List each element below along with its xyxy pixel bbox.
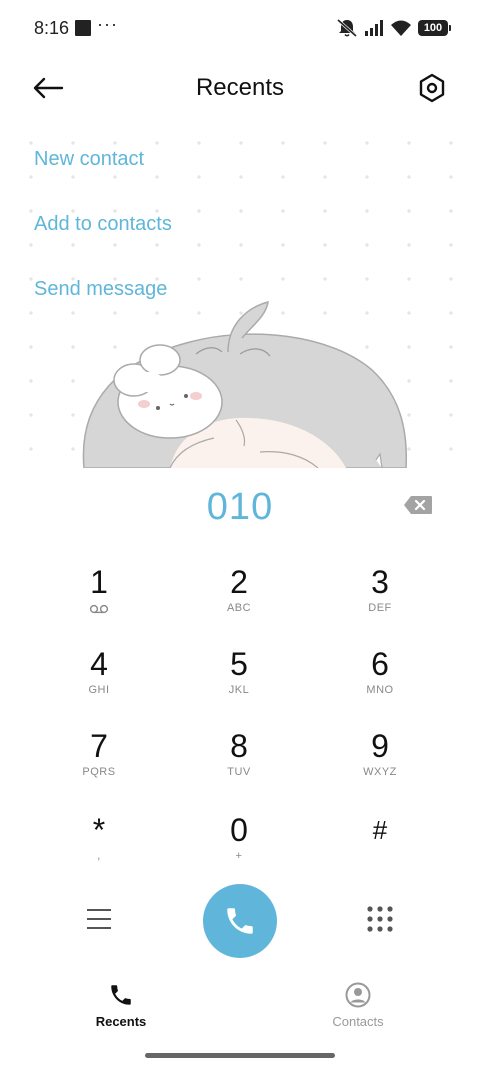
page-title: Recents (195, 74, 285, 101)
notification-square-icon (75, 20, 91, 36)
key-digit: 1 (90, 564, 108, 600)
signal-icon (365, 20, 383, 36)
key-5[interactable]: 5 JKL (179, 644, 299, 722)
tab-contacts[interactable]: Contacts (288, 972, 428, 1036)
key-1[interactable]: 1 (39, 562, 159, 640)
tab-recents[interactable]: Recents (51, 972, 191, 1036)
tab-contacts-label: Contacts (332, 1014, 384, 1029)
key-digit: 3 (371, 564, 389, 600)
key-letters: + (235, 850, 243, 862)
home-indicator[interactable] (145, 1053, 335, 1058)
dialpad-grid-icon (367, 906, 393, 932)
key-digit: * (92, 812, 106, 848)
hexagon-settings-icon (419, 73, 445, 103)
bottom-navigation: Recents Contacts (0, 972, 480, 1042)
key-digit: 9 (371, 728, 389, 764)
user-circle-icon (345, 982, 371, 1008)
dialed-number-row: 010 (0, 468, 480, 546)
phone-icon (111, 985, 131, 1005)
send-message-link[interactable]: Send message (34, 278, 167, 301)
key-0[interactable]: 0 + (179, 810, 299, 888)
key-hash[interactable]: # (320, 810, 440, 888)
wifi-icon (391, 20, 411, 36)
key-letters: JKL (228, 684, 250, 696)
mute-icon (337, 18, 357, 38)
key-9[interactable]: 9 WXYZ (320, 726, 440, 804)
backspace-icon (404, 496, 432, 514)
key-6[interactable]: 6 MNO (320, 644, 440, 722)
key-8[interactable]: 8 TUV (179, 726, 299, 804)
key-digit: 4 (90, 646, 108, 682)
key-letters: TUV (227, 766, 251, 778)
key-letters: WXYZ (363, 766, 397, 778)
app-header: Recents (0, 56, 480, 120)
menu-button[interactable] (74, 894, 124, 944)
key-digit: 8 (230, 728, 248, 764)
battery-level: 100 (423, 22, 443, 34)
new-contact-link[interactable]: New contact (34, 148, 144, 171)
status-bar: 8:16 ··· 100 (0, 0, 480, 56)
battery-icon: 100 (418, 20, 451, 36)
key-star[interactable]: * , (39, 810, 159, 888)
add-to-contacts-link[interactable]: Add to contacts (34, 213, 172, 236)
key-digit: 5 (230, 646, 248, 682)
key-letters: ABC (226, 602, 252, 614)
call-button[interactable] (203, 884, 277, 958)
key-2[interactable]: 2 ABC (179, 562, 299, 640)
key-letters: DEF (368, 602, 392, 614)
key-3[interactable]: 3 DEF (320, 562, 440, 640)
key-7[interactable]: 7 PQRS (39, 726, 159, 804)
backspace-button[interactable] (400, 492, 436, 518)
status-time: 8:16 (34, 18, 70, 38)
hamburger-menu-icon (87, 909, 111, 929)
key-4[interactable]: 4 GHI (39, 644, 159, 722)
settings-button[interactable] (410, 66, 454, 110)
key-digit: # (372, 815, 388, 845)
status-overflow: ··· (97, 14, 118, 34)
tab-recents-label: Recents (95, 1014, 147, 1029)
key-letters: PQRS (82, 766, 116, 778)
status-icons: 100 (336, 17, 451, 39)
key-letters: MNO (366, 684, 394, 696)
key-letters: , (97, 850, 101, 862)
key-letters: GHI (88, 684, 110, 696)
phone-icon (227, 908, 253, 934)
key-digit: 0 (230, 812, 248, 848)
voicemail-icon (89, 604, 109, 614)
key-digit: 2 (230, 564, 248, 600)
key-digit: 6 (371, 646, 389, 682)
dialpad-toggle-button[interactable] (355, 894, 405, 944)
key-digit: 7 (90, 728, 108, 764)
